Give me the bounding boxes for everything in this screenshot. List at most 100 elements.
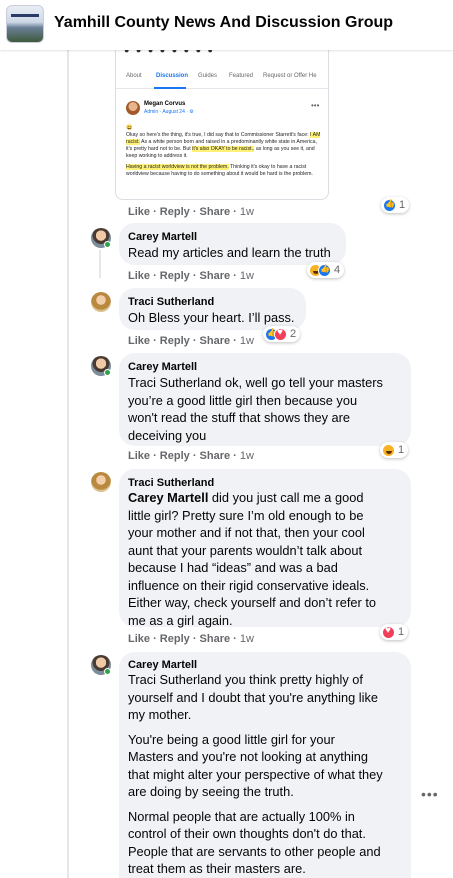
comment-line: deceiving you [128,427,207,443]
post-author-avatar [126,101,140,115]
share-button[interactable]: Share [200,335,231,347]
thread-line-inner [99,250,101,278]
reaction-count: 1 [398,626,405,638]
comment-line: because I had “ideas” and was a bad [128,560,338,575]
comment-text: Read my articles and learn the truth [128,245,331,260]
separator: · [230,633,240,645]
separator: · [189,335,200,347]
timestamp[interactable]: 1w [240,335,254,347]
reaction-count: 1 [398,444,405,456]
timestamp[interactable]: 1w [240,206,254,218]
comment-actions: Like · Reply · Share · 1w [128,206,254,218]
post-highlight: it's also OKAY to be racist.. [192,146,255,152]
active-tab-indicator [154,87,186,89]
comment-line: are doing by seeing the truth. [128,784,294,799]
like-button[interactable]: Like [128,206,150,218]
tab-request: Request or Offer He [263,73,317,79]
tab-featured: Featured [229,73,254,79]
timestamp[interactable]: 1w [240,633,254,645]
comment-line: control of their own thoughts don't do t… [128,826,366,841]
post-paragraph-1: Okay so here's the thing, it's true, I d… [126,132,322,160]
reaction-summary[interactable]: 1 [380,624,409,640]
comment-line: that might alter your perspective of wha… [128,766,383,782]
haha-reaction-icon [382,443,395,457]
reply-button[interactable]: Reply [160,633,190,645]
post-meta: Admin · August 24 · ⚙ [144,109,194,115]
post-paragraph-2: Having a racist worldview is not the pro… [126,164,322,178]
separator: · [150,633,160,645]
separator: · [230,450,240,462]
avatar[interactable] [91,292,111,312]
shared-post-image[interactable]: ● ● ● ● ● ● ● ● About Discussion Guides … [115,40,329,200]
group-title[interactable]: Yamhill County News And Discussion Group [54,14,393,32]
timestamp[interactable]: 1w [240,270,254,282]
like-button[interactable]: Like [128,633,150,645]
comment-author[interactable]: Carey Martell [128,659,197,671]
separator: · [189,633,200,645]
reaction-summary[interactable]: 4 [307,262,345,278]
reaction-count: 4 [334,264,341,276]
like-button[interactable]: Like [128,450,150,462]
mention-link[interactable]: Carey Martell [128,490,208,505]
share-button[interactable]: Share [200,633,231,645]
comment-author[interactable]: Carey Martell [128,231,197,243]
comment-author[interactable]: Carey Martell [128,361,197,373]
comment-text: Carey Martell did you just call me a goo… [128,489,376,629]
comment-bubble: Carey Martell Traci Sutherland you think… [119,652,411,878]
group-header: Yamhill County News And Discussion Group [0,0,453,50]
separator: · [230,206,240,218]
post-emoji: 😄 [126,125,133,131]
tab-discussion: Discussion [156,73,189,79]
comment-actions: Like · Reply · Share · 1w [128,270,254,282]
comment-text: Oh Bless your heart. I’ll pass. [128,310,295,325]
comment-line: People that are servants to other people… [128,843,381,859]
comment-bubble: Carey Martell Read my articles and learn… [119,223,346,265]
comment-line: treat them as their masters are. [128,861,306,876]
separator: · [230,270,240,282]
comment-line: you’re a good little girl then because y… [128,392,358,408]
share-button[interactable]: Share [200,206,231,218]
comment-author[interactable]: Traci Sutherland [128,477,214,489]
reply-button[interactable]: Reply [160,206,190,218]
comment-line: my mother. [128,707,192,722]
share-button[interactable]: Share [200,450,231,462]
comment-line: Either way, check yourself and don’t ref… [128,595,377,610]
share-button[interactable]: Share [200,270,231,282]
reaction-summary[interactable]: 1 [380,442,409,458]
comment-author[interactable]: Traci Sutherland [128,296,214,308]
reaction-summary[interactable]: 1 [381,197,410,213]
reply-button[interactable]: Reply [160,335,190,347]
love-reaction-icon [274,327,287,341]
comment-line: Traci Sutherland you think pretty highly… [128,672,363,687]
reaction-summary[interactable]: 2 [263,326,301,342]
comment-actions: Like · Reply · Share · 1w [128,450,254,462]
separator: · [189,206,200,218]
comment-bubble: Carey Martell Traci Sutherland ok, well … [119,353,411,446]
comment-actions: Like · Reply · Share · 1w [128,335,254,347]
online-status-icon [104,241,111,248]
reply-button[interactable]: Reply [160,450,190,462]
comment-line: your mother and if not that, then your c… [128,525,365,540]
more-options-icon[interactable]: ••• [421,786,439,802]
like-button[interactable]: Like [128,335,150,347]
comment-line: yourself and I doubt that you're anythin… [128,689,379,705]
reply-button[interactable]: Reply [160,270,190,282]
comment-bubble: Traci Sutherland Oh Bless your heart. I’… [119,288,306,330]
comment-line-text: did you just call me a good [208,490,364,505]
avatar[interactable] [91,472,111,492]
comment-bubble: Traci Sutherland Carey Martell did you j… [119,469,411,629]
group-cover-thumbnail[interactable] [6,5,44,43]
separator: · [189,450,200,462]
reaction-count: 2 [290,328,297,340]
love-reaction-icon [382,625,395,639]
online-status-icon [104,369,111,376]
separator: · [150,206,160,218]
tab-about: About [126,73,142,79]
timestamp[interactable]: 1w [240,450,254,462]
separator: · [230,335,240,347]
like-button[interactable]: Like [128,270,150,282]
separator: · [150,450,160,462]
comment-text: Traci Sutherland ok, well go tell your m… [128,374,383,444]
post-body: 😄 Okay so here's the thing, it's true, I… [126,125,322,178]
comment-text: Traci Sutherland you think pretty highly… [128,671,383,878]
